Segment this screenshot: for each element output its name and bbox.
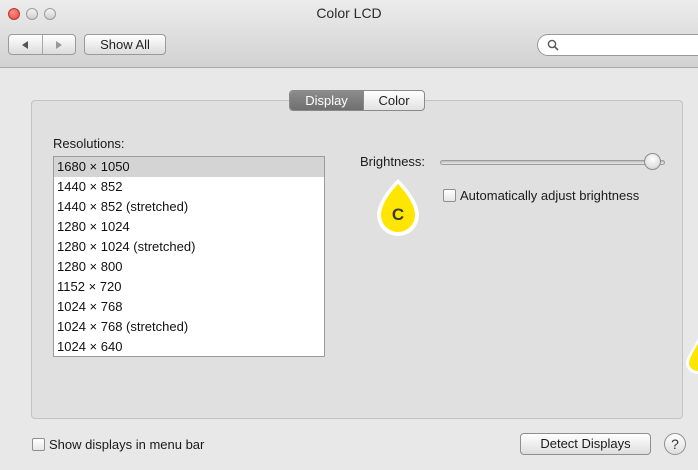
window-titlebar: Color LCD Show All xyxy=(0,0,698,68)
resolutions-list[interactable]: 1680 × 1050 1440 × 852 1440 × 852 (stret… xyxy=(53,156,325,357)
resolution-item[interactable]: 1280 × 1024 xyxy=(54,217,324,237)
auto-brightness-checkbox[interactable] xyxy=(443,189,456,202)
resolution-item[interactable]: 1024 × 640 xyxy=(54,337,324,356)
resolution-item[interactable]: 1680 × 1050 xyxy=(54,157,324,177)
annotation-marker-edge xyxy=(686,338,698,374)
resolution-item[interactable]: 1440 × 852 (stretched) xyxy=(54,197,324,217)
menu-bar-label: Show displays in menu bar xyxy=(49,437,205,452)
brightness-label: Brightness: xyxy=(360,154,426,169)
resolution-item[interactable]: 1024 × 768 xyxy=(54,297,324,317)
resolution-item[interactable]: 1440 × 852 xyxy=(54,177,324,197)
resolution-item[interactable]: 1152 × 720 xyxy=(54,277,324,297)
back-forward-control xyxy=(8,34,76,55)
tab-bar: Display Color xyxy=(289,90,425,111)
search-icon xyxy=(547,39,559,51)
menu-bar-checkbox[interactable] xyxy=(32,438,45,451)
brightness-slider-track[interactable] xyxy=(440,160,665,165)
detect-displays-button[interactable]: Detect Displays xyxy=(520,433,651,455)
forward-button[interactable] xyxy=(41,35,76,54)
search-input[interactable] xyxy=(564,37,696,55)
brightness-slider-knob[interactable] xyxy=(643,153,661,170)
help-button[interactable]: ? xyxy=(664,433,686,455)
auto-brightness-label: Automatically adjust brightness xyxy=(460,188,640,203)
tab-display[interactable]: Display xyxy=(290,91,363,110)
back-button[interactable] xyxy=(9,35,42,54)
show-all-button[interactable]: Show All xyxy=(84,34,166,55)
resolutions-label: Resolutions: xyxy=(53,136,125,151)
resolution-item[interactable]: 1280 × 800 xyxy=(54,257,324,277)
resolution-item[interactable]: 1280 × 1024 (stretched) xyxy=(54,237,324,257)
search-field[interactable] xyxy=(537,34,698,56)
window-title: Color LCD xyxy=(316,5,382,21)
tab-color[interactable]: Color xyxy=(363,91,424,110)
forward-arrow-icon xyxy=(55,40,62,49)
back-arrow-icon xyxy=(22,40,29,49)
annotation-marker-c xyxy=(377,179,419,236)
resolution-item[interactable]: 1024 × 768 (stretched) xyxy=(54,317,324,337)
